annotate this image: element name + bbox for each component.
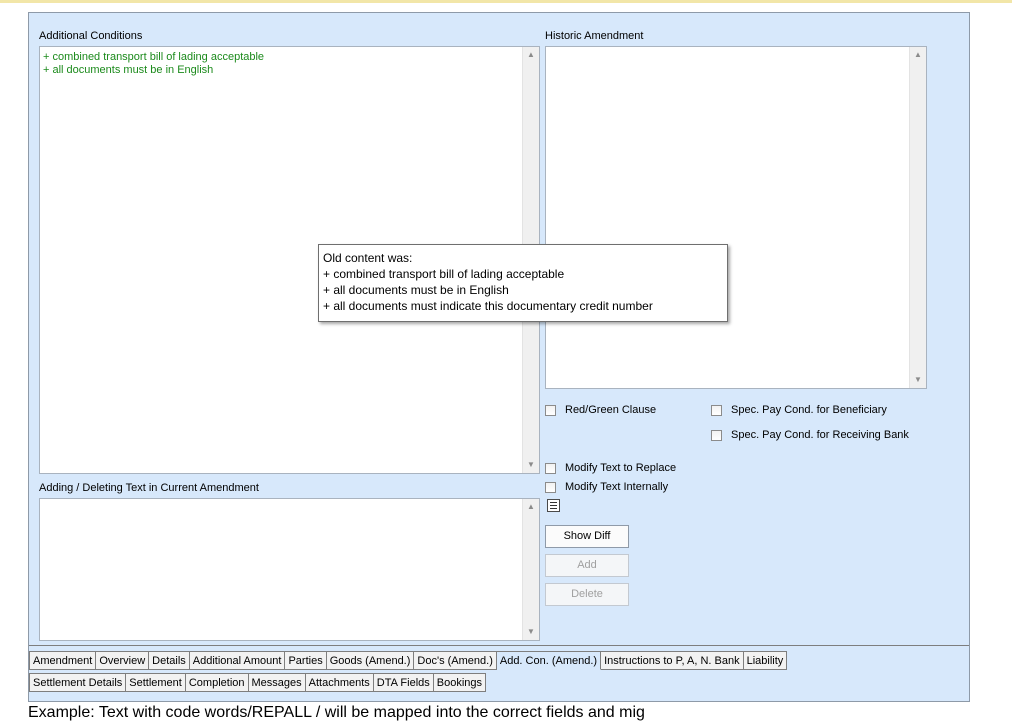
- modify-text-replace-checkbox[interactable]: Modify Text to Replace: [545, 462, 676, 474]
- scroll-up-arrow-icon[interactable]: ▲: [910, 47, 926, 63]
- tab-additional-amount[interactable]: Additional Amount: [189, 651, 286, 670]
- tab-row-2: Settlement Details Settlement Completion…: [29, 673, 487, 693]
- tooltip-line: + all documents must be in English: [323, 283, 509, 297]
- tab-row-1: Amendment Overview Details Additional Am…: [29, 651, 788, 671]
- tab-overview[interactable]: Overview: [96, 651, 150, 670]
- amendment-panel: Additional Conditions + combined transpo…: [28, 12, 970, 702]
- adding-deleting-scrollbar[interactable]: ▲ ▼: [522, 499, 539, 640]
- tooltip-line: + all documents must indicate this docum…: [323, 299, 653, 313]
- tab-instructions-bank[interactable]: Instructions to P, A, N. Bank: [601, 651, 744, 670]
- tab-settlement[interactable]: Settlement: [126, 673, 186, 692]
- scroll-up-arrow-icon[interactable]: ▲: [523, 47, 539, 63]
- tab-attachments[interactable]: Attachments: [305, 673, 374, 692]
- checkbox-label: Modify Text to Replace: [565, 462, 677, 474]
- tab-add-con-amend[interactable]: Add. Con. (Amend.): [496, 651, 602, 670]
- scroll-down-arrow-icon[interactable]: ▼: [523, 457, 539, 473]
- tab-parties[interactable]: Parties: [285, 651, 327, 670]
- adding-deleting-label: Adding / Deleting Text in Current Amendm…: [39, 482, 259, 494]
- red-green-clause-checkbox[interactable]: Red/Green Clause: [545, 404, 656, 416]
- condition-line: + combined transport bill of lading acce…: [43, 51, 265, 63]
- checkbox-box[interactable]: [711, 429, 722, 441]
- historic-amendment-scrollbar[interactable]: ▲ ▼: [909, 47, 926, 388]
- footer-caption: Example: Text with code words/REPALL / w…: [28, 704, 645, 721]
- spec-pay-beneficiary-checkbox[interactable]: Spec. Pay Cond. for Beneficiary: [711, 404, 887, 416]
- scroll-up-arrow-icon[interactable]: ▲: [523, 499, 539, 515]
- tab-completion[interactable]: Completion: [185, 673, 249, 692]
- tab-dta-fields[interactable]: DTA Fields: [373, 673, 434, 692]
- historic-amendment-label: Historic Amendment: [545, 30, 644, 42]
- additional-conditions-label: Additional Conditions: [39, 30, 143, 42]
- tab-docs-amend[interactable]: Doc's (Amend.): [414, 651, 497, 670]
- scroll-down-arrow-icon[interactable]: ▼: [910, 372, 926, 388]
- top-border-strip: [0, 0, 1012, 3]
- tab-goods-amend[interactable]: Goods (Amend.): [326, 651, 415, 670]
- tab-settlement-details[interactable]: Settlement Details: [29, 673, 127, 692]
- spec-pay-receiving-bank-checkbox[interactable]: Spec. Pay Cond. for Receiving Bank: [711, 429, 909, 441]
- tab-amendment[interactable]: Amendment: [29, 651, 97, 670]
- checklist-icon[interactable]: [547, 499, 560, 512]
- adding-deleting-textarea[interactable]: ▲ ▼: [39, 498, 540, 641]
- tooltip-line: Old content was:: [323, 251, 413, 265]
- checkbox-box[interactable]: [545, 462, 556, 474]
- historic-amendment-textarea[interactable]: ▲ ▼: [545, 46, 927, 389]
- tooltip-line: + combined transport bill of lading acce…: [323, 267, 565, 281]
- tab-strip-divider: [29, 645, 969, 646]
- checkbox-box[interactable]: [545, 481, 556, 493]
- condition-line: + all documents must be in English: [43, 64, 214, 76]
- additional-conditions-content: + combined transport bill of lading acce…: [40, 47, 539, 77]
- checkbox-label: Spec. Pay Cond. for Beneficiary: [731, 404, 887, 416]
- tab-messages[interactable]: Messages: [248, 673, 306, 692]
- modify-text-internally-checkbox[interactable]: Modify Text Internally: [545, 481, 668, 493]
- tab-details[interactable]: Details: [149, 651, 190, 670]
- show-diff-button[interactable]: Show Diff: [545, 525, 629, 548]
- delete-button[interactable]: Delete: [545, 583, 629, 606]
- scroll-down-arrow-icon[interactable]: ▼: [523, 624, 539, 640]
- checkbox-label: Red/Green Clause: [565, 404, 657, 416]
- checkbox-box[interactable]: [545, 404, 556, 416]
- checkbox-label: Spec. Pay Cond. for Receiving Bank: [731, 429, 909, 441]
- checkbox-label: Modify Text Internally: [565, 481, 669, 493]
- old-content-tooltip: Old content was: + combined transport bi…: [318, 244, 728, 322]
- checkbox-box[interactable]: [711, 404, 722, 416]
- tab-bookings[interactable]: Bookings: [433, 673, 487, 692]
- tab-liability[interactable]: Liability: [743, 651, 788, 670]
- add-button[interactable]: Add: [545, 554, 629, 577]
